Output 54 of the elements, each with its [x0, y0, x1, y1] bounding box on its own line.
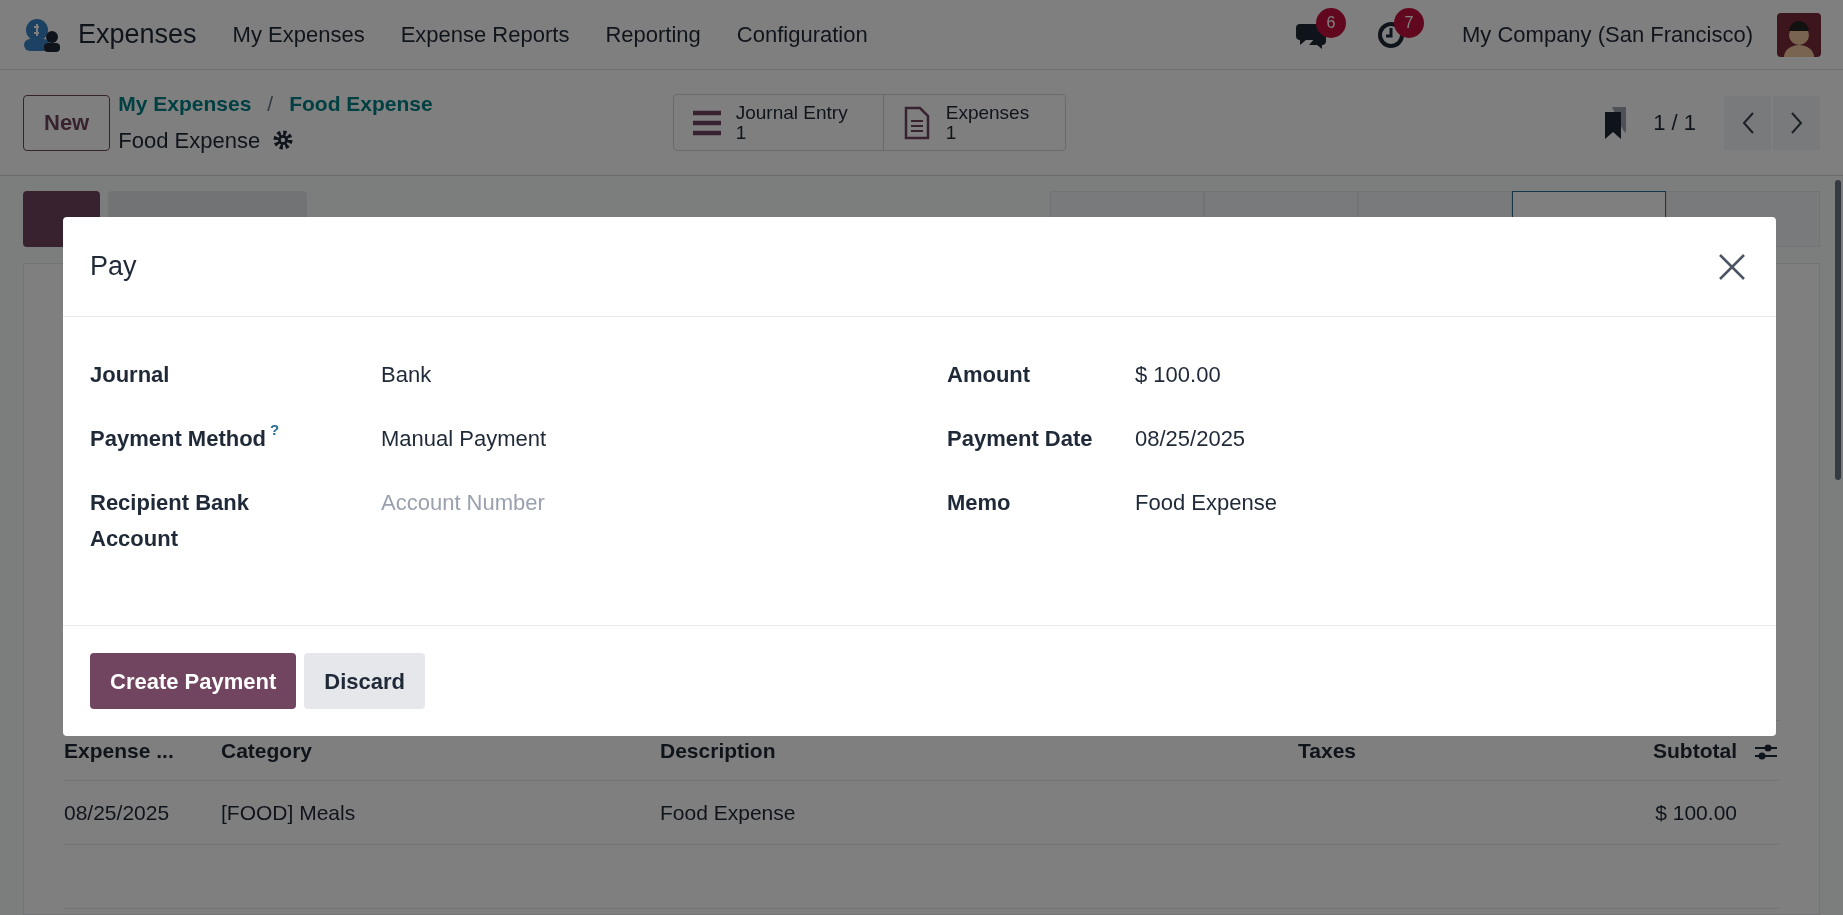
person-silhouette-icon [1782, 20, 1816, 57]
company-switcher[interactable]: My Company (San Francisco) [1462, 18, 1753, 51]
field-label: Memo [947, 489, 1012, 517]
field-value[interactable]: Food Expense [1135, 485, 1277, 521]
column-header[interactable]: Expense ... [64, 734, 221, 767]
menu-item[interactable]: My Expenses [232, 18, 365, 51]
smart-button-label: Expenses [945, 102, 1030, 123]
field-value[interactable]: $ 100.00 [1135, 357, 1221, 393]
chevron-right-icon [1789, 110, 1804, 135]
pager-value: 1 / 1 [1653, 109, 1696, 137]
breadcrumb-link[interactable]: Food Expense [289, 88, 433, 120]
activity-count-badge: 7 [1394, 7, 1424, 38]
help-tooltip[interactable]: ? [270, 421, 280, 439]
column-header[interactable]: Subtotal [1538, 734, 1737, 767]
field-label: Recipient Bank Account [90, 489, 250, 553]
table-cell-text: $ 100.00 [1654, 799, 1737, 826]
table-cell-text: [FOOD] Meals [221, 799, 357, 826]
close-icon [1718, 252, 1746, 281]
field-label: Payment Date [947, 425, 1094, 453]
menu-item[interactable]: Expense Reports [400, 18, 570, 51]
clock-icon [1376, 19, 1406, 50]
field-value[interactable]: 08/25/2025 [1135, 421, 1246, 457]
menu-item[interactable]: Reporting [605, 18, 701, 51]
smart-button[interactable]: Expenses 1 [883, 95, 1065, 150]
dialog-title: Pay [90, 250, 137, 284]
app-logo-icon [22, 16, 62, 53]
column-header[interactable]: Description [660, 734, 1298, 767]
column-header[interactable]: Category [221, 734, 660, 767]
dialog-button[interactable]: Create Payment [90, 653, 297, 709]
field-value[interactable]: Bank [381, 357, 432, 393]
field-label: Journal [90, 361, 171, 389]
new-button[interactable]: New [23, 94, 111, 151]
breadcrumb-separator: / [267, 91, 274, 118]
menu-item[interactable]: Configuration [736, 18, 868, 51]
smart-button-label: Journal Entry [735, 102, 848, 123]
smart-button-count: 1 [735, 122, 747, 143]
field-value[interactable]: Manual Payment [381, 421, 547, 457]
field-label: Payment Method [90, 425, 267, 453]
record-title: Food Expense [118, 126, 261, 155]
dialog-button[interactable]: Discard [304, 653, 426, 709]
breadcrumb-link[interactable]: My Expenses [118, 88, 252, 120]
smart-button[interactable]: Journal Entry 1 [673, 95, 884, 150]
settings-icon [272, 129, 295, 152]
table-cell-text: Food Expense [660, 799, 797, 826]
message-count-badge: 6 [1316, 7, 1346, 38]
table-cell-text: 08/25/2025 [64, 799, 171, 826]
user-avatar[interactable] [1777, 12, 1821, 57]
scrollbar-thumb[interactable] [1835, 180, 1841, 480]
chevron-left-icon [1740, 110, 1755, 135]
app-name[interactable]: Expenses [78, 14, 197, 55]
field-label: Amount [947, 361, 1032, 389]
smart-button-count: 1 [945, 122, 957, 143]
column-header[interactable]: Taxes [1298, 734, 1538, 767]
input-field[interactable]: Account Number [381, 485, 881, 521]
